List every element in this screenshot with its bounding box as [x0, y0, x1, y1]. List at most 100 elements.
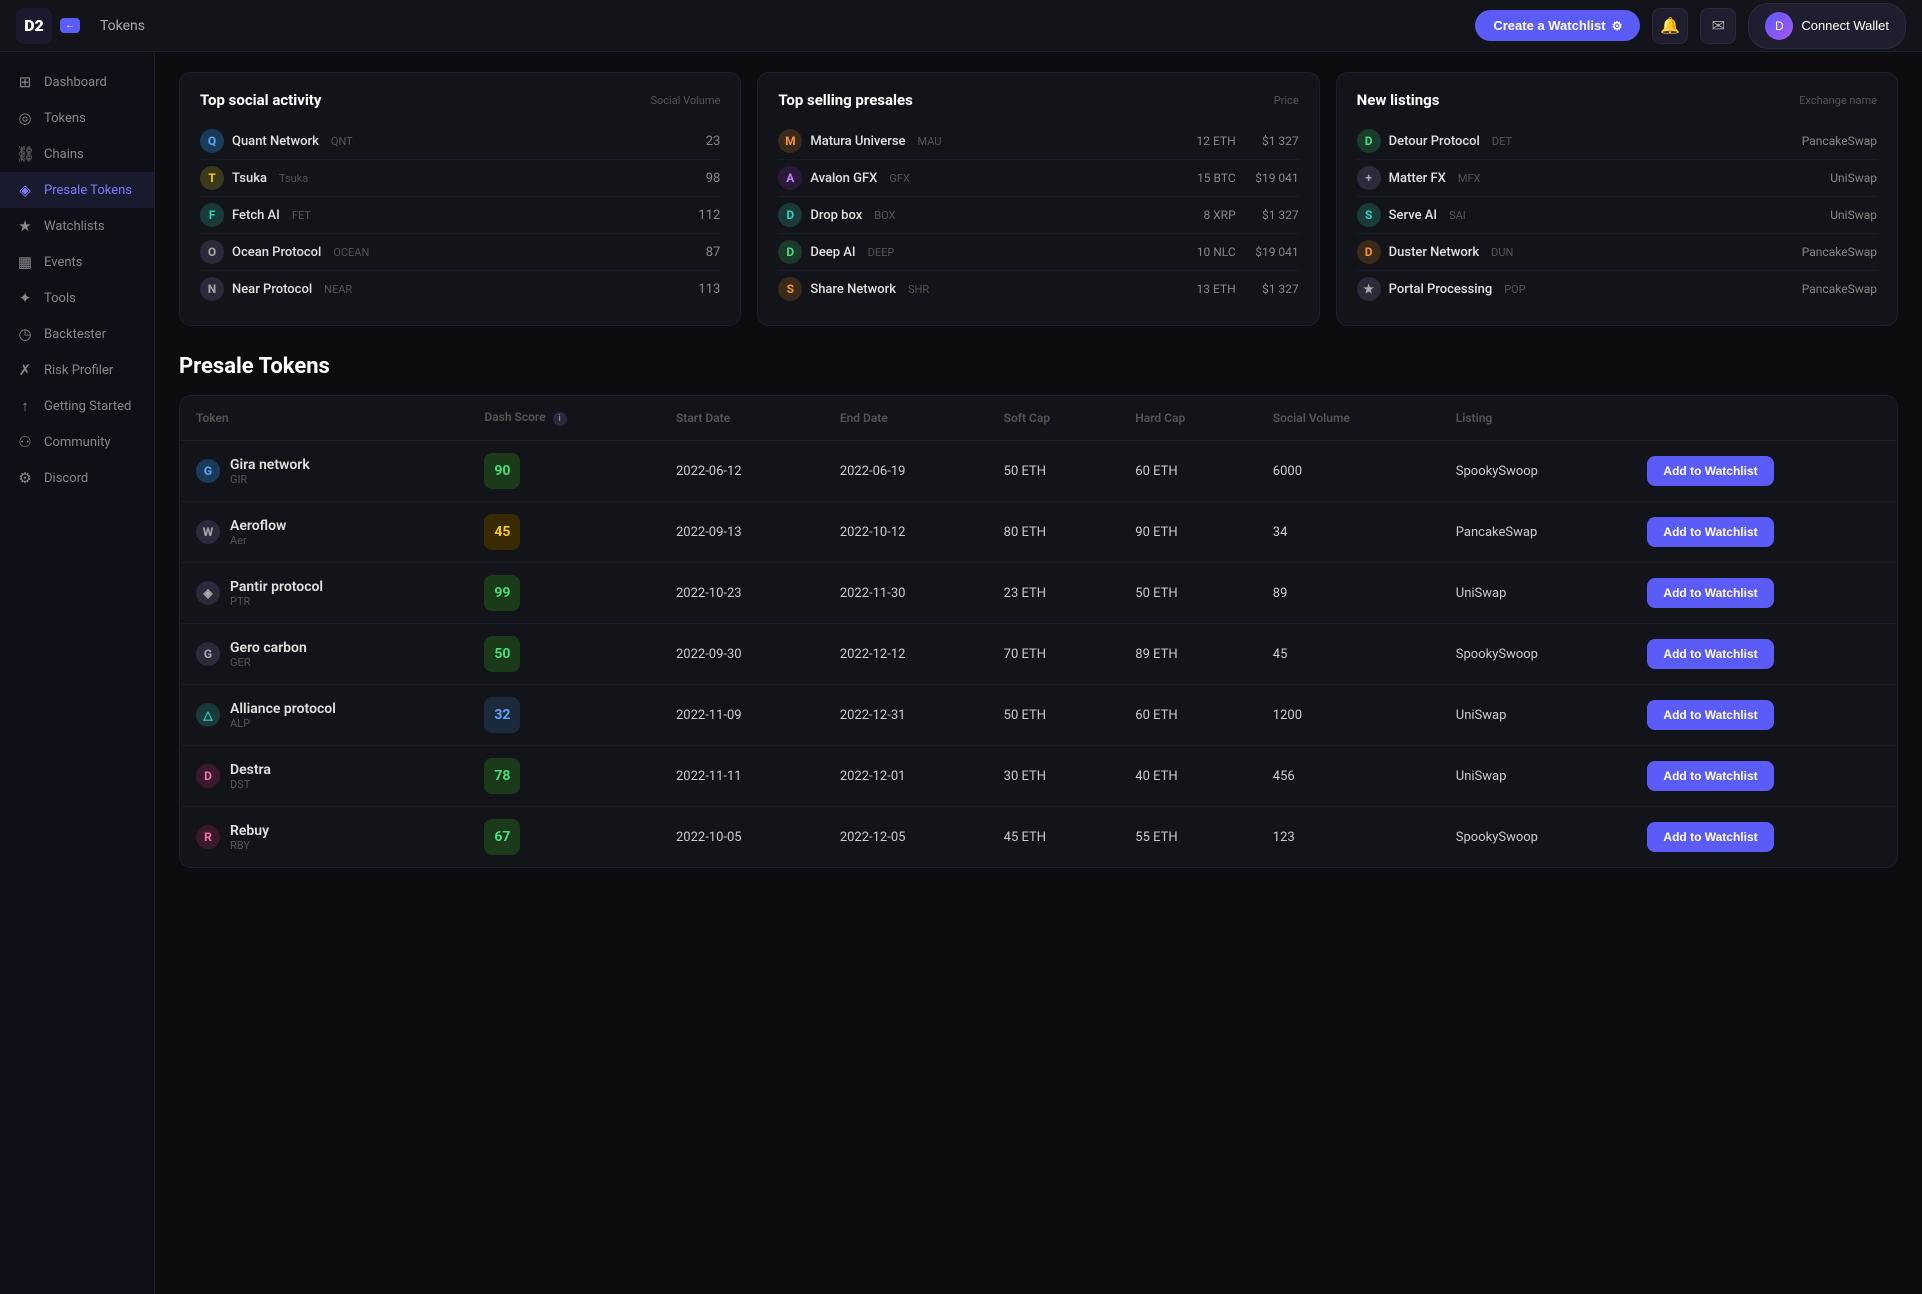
token-name: Duster Network — [1389, 245, 1479, 260]
listing-row: S Serve AI SAI UniSwap — [1357, 197, 1877, 234]
sidebar: ⊞ Dashboard ◎ Tokens ⛓ Chains ◈ Presale … — [0, 52, 155, 1294]
token-ticker: DEEP — [868, 246, 895, 259]
dash-score-info-icon[interactable]: i — [553, 412, 567, 426]
sidebar-label-watchlists: Watchlists — [44, 219, 105, 234]
social-rows: Q Quant Network QNT 23 T Tsuka Tsuka 98 … — [200, 123, 720, 307]
avatar: D — [1765, 12, 1793, 40]
add-to-watchlist-button[interactable]: Add to Watchlist — [1647, 761, 1773, 791]
table-row: W Aeroflow Aer 45 2022-09-13 2022-10-12 … — [180, 502, 1897, 563]
cell-end: 2022-12-01 — [824, 746, 988, 807]
token-ticker: FET — [292, 209, 311, 222]
token-cell: △ Alliance protocol ALP — [196, 701, 452, 730]
sidebar-item-dashboard[interactable]: ⊞ Dashboard — [0, 64, 154, 100]
token-cell: W Aeroflow Aer — [196, 518, 452, 547]
token-ticker: GFX — [889, 172, 909, 185]
cell-soft-cap: 23 ETH — [988, 563, 1120, 624]
token-name: Drop box — [810, 208, 862, 223]
presale-card-row: D Deep AI DEEP 10 NLC $19 041 — [778, 234, 1298, 271]
sidebar-item-presale-tokens[interactable]: ◈ Presale Tokens — [0, 172, 154, 208]
dash-score-badge: 99 — [484, 575, 520, 611]
col-listing: Listing — [1440, 396, 1632, 441]
token-icon: T — [200, 166, 224, 190]
token-name-group: T Tsuka Tsuka — [200, 166, 308, 190]
social-value: 87 — [706, 245, 721, 260]
connect-wallet-button[interactable]: D Connect Wallet — [1748, 3, 1906, 49]
sidebar-item-getting-started[interactable]: ↑ Getting Started — [0, 388, 154, 424]
notifications-button[interactable]: 🔔 — [1652, 8, 1688, 44]
token-name-group: S Serve AI SAI — [1357, 203, 1823, 227]
sidebar-item-tokens[interactable]: ◎ Tokens — [0, 100, 154, 136]
watchlists-icon: ★ — [16, 217, 34, 235]
settings-icon: ⚙ — [1612, 19, 1623, 33]
cell-listing: UniSwap — [1440, 746, 1632, 807]
token-ticker: NEAR — [324, 283, 352, 296]
sidebar-item-backtester[interactable]: ◷ Backtester — [0, 316, 154, 352]
presale-price: 13 ETH — [1197, 282, 1236, 296]
col-start-date: Start Date — [660, 396, 824, 441]
col-social-volume: Social Volume — [1257, 396, 1440, 441]
token-icon: D — [1357, 240, 1381, 264]
backtester-icon: ◷ — [16, 325, 34, 343]
social-value: 112 — [698, 208, 720, 223]
token-name: Matura Universe — [810, 134, 905, 149]
token-name-group: A Avalon GFX GFX — [778, 166, 1189, 190]
sidebar-item-community[interactable]: ⚇ Community — [0, 424, 154, 460]
listing-row: + Matter FX MFX UniSwap — [1357, 160, 1877, 197]
cell-action: Add to Watchlist — [1631, 502, 1897, 563]
sidebar-item-discord[interactable]: ⚙ Discord — [0, 460, 154, 496]
add-to-watchlist-button[interactable]: Add to Watchlist — [1647, 517, 1773, 547]
table-head: Token Dash Score i Start Date End Date S… — [180, 396, 1897, 441]
token-icon: S — [1357, 203, 1381, 227]
token-icon: ★ — [1357, 277, 1381, 301]
cell-listing: UniSwap — [1440, 685, 1632, 746]
sidebar-item-risk-profiler[interactable]: ✗ Risk Profiler — [0, 352, 154, 388]
cell-soft-cap: 45 ETH — [988, 807, 1120, 868]
cell-social-vol: 45 — [1257, 624, 1440, 685]
social-row: F Fetch AI FET 112 — [200, 197, 720, 234]
cell-hard-cap: 89 ETH — [1119, 624, 1257, 685]
add-to-watchlist-button[interactable]: Add to Watchlist — [1647, 822, 1773, 852]
token-ticker: MAU — [918, 135, 942, 148]
token-icon: Q — [200, 129, 224, 153]
cell-soft-cap: 80 ETH — [988, 502, 1120, 563]
presale-table-body: G Gira network GIR 90 2022-06-12 2022-06… — [180, 441, 1897, 868]
token-info: Alliance protocol ALP — [230, 701, 336, 730]
add-to-watchlist-button[interactable]: Add to Watchlist — [1647, 639, 1773, 669]
token-ticker: MFX — [1458, 172, 1481, 185]
sidebar-item-watchlists[interactable]: ★ Watchlists — [0, 208, 154, 244]
cell-listing: UniSwap — [1440, 563, 1632, 624]
cell-end: 2022-12-31 — [824, 685, 988, 746]
presale-tokens-title: Presale Tokens — [179, 354, 1898, 379]
create-watchlist-label: Create a Watchlist — [1493, 18, 1605, 33]
messages-button[interactable]: ✉ — [1700, 8, 1736, 44]
cell-hard-cap: 40 ETH — [1119, 746, 1257, 807]
bell-icon: 🔔 — [1660, 16, 1680, 35]
cell-social-vol: 6000 — [1257, 441, 1440, 502]
token-cell-ticker: ALP — [230, 717, 336, 730]
token-cell-ticker: GER — [230, 656, 307, 669]
sidebar-item-tools[interactable]: ✦ Tools — [0, 280, 154, 316]
presale-card-row: S Share Network SHR 13 ETH $1 327 — [778, 271, 1298, 307]
home-icon: ⊞ — [16, 73, 34, 91]
create-watchlist-button[interactable]: Create a Watchlist ⚙ — [1475, 10, 1640, 41]
cell-action: Add to Watchlist — [1631, 807, 1897, 868]
token-ticker: BOX — [874, 209, 895, 222]
col-dash-score: Dash Score i — [468, 396, 660, 441]
cards-row: Top social activity Social Volume Q Quan… — [179, 72, 1898, 326]
presale-usd: $1 327 — [1244, 134, 1299, 148]
cell-listing: SpookySwoop — [1440, 624, 1632, 685]
token-info: Pantir protocol PTR — [230, 579, 323, 608]
token-cell-ticker: PTR — [230, 595, 323, 608]
cell-hard-cap: 90 ETH — [1119, 502, 1257, 563]
sidebar-item-events[interactable]: ▦ Events — [0, 244, 154, 280]
add-to-watchlist-button[interactable]: Add to Watchlist — [1647, 700, 1773, 730]
presale-card-row: M Matura Universe MAU 12 ETH $1 327 — [778, 123, 1298, 160]
cell-token: R Rebuy RBY — [180, 807, 468, 868]
add-to-watchlist-button[interactable]: Add to Watchlist — [1647, 456, 1773, 486]
sidebar-item-chains[interactable]: ⛓ Chains — [0, 136, 154, 172]
presale-tokens-table-container: Token Dash Score i Start Date End Date S… — [179, 395, 1898, 868]
token-ticker: SAI — [1449, 209, 1466, 222]
token-icon: D — [1357, 129, 1381, 153]
discord-icon: ⚙ — [16, 469, 34, 487]
add-to-watchlist-button[interactable]: Add to Watchlist — [1647, 578, 1773, 608]
